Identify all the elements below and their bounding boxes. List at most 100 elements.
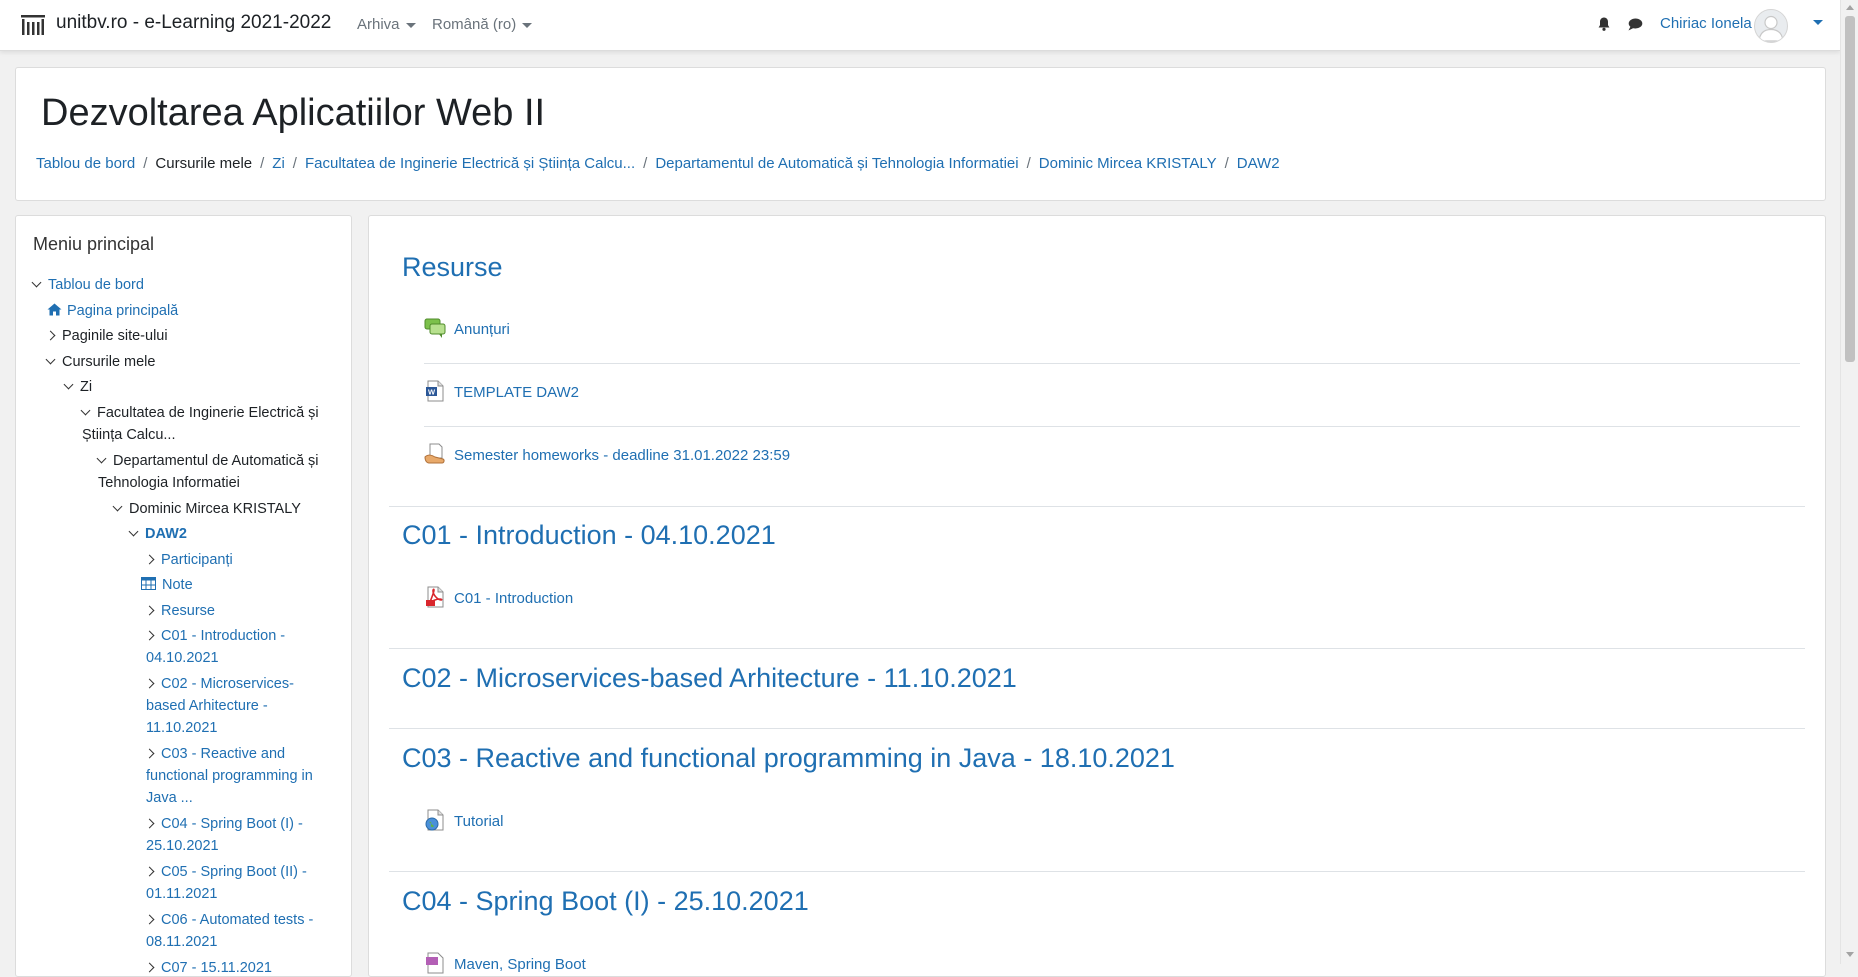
sidebar-item-zi[interactable]: Zi (63, 376, 92, 398)
sidebar-item-course-daw2[interactable]: DAW2 (128, 523, 187, 545)
archive-menu[interactable]: Arhiva (357, 16, 416, 33)
page-title: Dezvoltarea Aplicatiilor Web II (41, 92, 546, 134)
sidebar-item-dashboard[interactable]: Tablou de bord (31, 274, 144, 296)
sidebar-item-c07[interactable]: C07 - 15.11.2021 (144, 957, 272, 976)
sidebar-item-c06[interactable]: C06 - Automated tests - (144, 909, 313, 931)
sidebar-item-label: based Arhitecture - (146, 698, 268, 714)
sidebar-item-resources[interactable]: Resurse (144, 600, 215, 622)
activity-link-maven-spring-boot[interactable]: Maven, Spring Boot (454, 956, 586, 973)
user-avatar[interactable] (1754, 9, 1788, 43)
breadcrumb-separator: / (1224, 155, 1229, 172)
section-divider (389, 728, 1805, 729)
chevron-down-icon (63, 379, 74, 390)
chevron-right-icon (144, 748, 155, 759)
breadcrumb-separator: / (260, 155, 265, 172)
top-navbar: unitbv.ro - e-Learning 2021-2022 Arhiva … (0, 0, 1840, 51)
chevron-down-icon (96, 453, 107, 464)
section-title-c03[interactable]: C03 - Reactive and functional programmin… (402, 743, 1175, 774)
sidebar-item-c04-line2[interactable]: 25.10.2021 (146, 835, 219, 857)
sidebar-item-participants[interactable]: Participanți (144, 549, 233, 571)
sidebar-item-faculty[interactable]: Facultatea de Inginerie Electrică și (80, 402, 319, 424)
activity-link-c01-introduction[interactable]: C01 - Introduction (454, 590, 573, 607)
sidebar-item-teacher[interactable]: Dominic Mircea KRISTALY (112, 498, 301, 520)
file-icon (426, 952, 444, 974)
language-menu[interactable]: Română (ro) (432, 16, 533, 33)
activity-link-homeworks[interactable]: Semester homeworks - deadline 31.01.2022… (454, 447, 790, 464)
course-header: Dezvoltarea Aplicatiilor Web II Tablou d… (15, 67, 1826, 201)
scrollbar-thumb[interactable] (1845, 16, 1855, 362)
sidebar-item-home[interactable]: Pagina principală (47, 300, 178, 322)
chevron-down-icon (405, 22, 416, 28)
chevron-right-icon (45, 330, 56, 341)
sidebar-item-c05[interactable]: C05 - Spring Boot (II) - (144, 861, 307, 883)
sidebar-item-department-line2[interactable]: Tehnologia Informatiei (98, 472, 240, 494)
chevron-down-icon (128, 526, 139, 537)
section-title-resurse[interactable]: Resurse (402, 252, 503, 283)
site-title-link[interactable]: unitbv.ro - e-Learning 2021-2022 (56, 12, 331, 34)
sidebar-item-label: Tehnologia Informatiei (98, 475, 240, 491)
sidebar-item-label: 01.11.2021 (146, 886, 218, 902)
sidebar-item-c01[interactable]: C01 - Introduction - (144, 625, 286, 647)
sidebar-item-c03[interactable]: C03 - Reactive and (144, 743, 285, 765)
section-title-c02[interactable]: C02 - Microservices-based Arhitecture - … (402, 663, 1017, 694)
sidebar-item-c06-line2[interactable]: 08.11.2021 (146, 931, 218, 953)
user-menu-name[interactable]: Chiriac Ionela (1660, 15, 1752, 32)
course-content: Resurse Anunțuri W TEMPLATE DAW2 Semeste… (368, 215, 1826, 977)
sidebar-item-label: 25.10.2021 (146, 838, 219, 854)
sidebar-item-label: Departamentul de Automatică și (113, 453, 319, 469)
pdf-icon (426, 586, 444, 608)
breadcrumb-zi[interactable]: Zi (272, 155, 285, 172)
sidebar-item-label: Participanți (161, 552, 233, 568)
assignment-icon (424, 443, 445, 464)
sidebar-item-label: Java ... (146, 790, 193, 806)
sidebar-item-c05-line2[interactable]: 01.11.2021 (146, 883, 218, 905)
sidebar-item-c02-line2[interactable]: based Arhitecture - (146, 695, 268, 717)
sidebar-item-label: C01 - Introduction - (161, 628, 286, 644)
breadcrumb-course[interactable]: DAW2 (1237, 155, 1280, 172)
breadcrumb-dashboard[interactable]: Tablou de bord (36, 155, 135, 172)
sidebar-item-c01-line2[interactable]: 04.10.2021 (146, 647, 219, 669)
activity-link-announcements[interactable]: Anunțuri (454, 321, 510, 338)
sidebar-item-label: 04.10.2021 (146, 650, 219, 666)
section-title-c01[interactable]: C01 - Introduction - 04.10.2021 (402, 520, 776, 551)
chevron-down-icon (31, 277, 42, 288)
main-menu-block: Meniu principal Tablou de bord Pagina pr… (15, 215, 352, 977)
activity-link-tutorial[interactable]: Tutorial (454, 813, 503, 830)
sidebar-item-c03-line2[interactable]: functional programming in (146, 765, 313, 787)
section-title-c04[interactable]: C04 - Spring Boot (I) - 25.10.2021 (402, 886, 809, 917)
archive-menu-label: Arhiva (357, 16, 400, 33)
section-divider (389, 506, 1805, 507)
chevron-right-icon (144, 866, 155, 877)
sidebar-item-grades[interactable]: Note (141, 574, 193, 596)
sidebar-item-site-pages[interactable]: Paginile site-ului (45, 325, 168, 347)
sidebar-item-my-courses[interactable]: Cursurile mele (45, 351, 155, 373)
sidebar-item-department[interactable]: Departamentul de Automatică și (96, 450, 319, 472)
sidebar-item-c02[interactable]: C02 - Microservices- (144, 673, 294, 695)
breadcrumb-separator: / (292, 155, 297, 172)
sidebar-item-faculty-line2[interactable]: Știința Calcu... (82, 424, 176, 446)
page-scrollbar[interactable] (1840, 0, 1858, 964)
section-divider (389, 871, 1805, 872)
breadcrumb: Tablou de bord / Cursurile mele / Zi / Faculta… (36, 155, 1280, 172)
sidebar-item-label: DAW2 (145, 526, 187, 542)
breadcrumb-faculty[interactable]: Facultatea de Inginerie Electrică și Ști… (305, 155, 635, 172)
breadcrumb-teacher[interactable]: Dominic Mircea KRISTALY (1039, 155, 1217, 172)
chevron-right-icon (144, 818, 155, 829)
sidebar-item-label: Resurse (161, 603, 215, 619)
user-avatar-icon (1758, 15, 1784, 42)
activity-link-template[interactable]: TEMPLATE DAW2 (454, 384, 579, 401)
sidebar-item-c02-line3[interactable]: 11.10.2021 (146, 717, 218, 739)
scroll-down-arrow-icon[interactable] (1846, 952, 1854, 957)
sidebar-item-label: Paginile site-ului (62, 328, 168, 344)
sidebar-item-label: C05 - Spring Boot (II) - (161, 864, 307, 880)
site-logo-icon[interactable] (20, 13, 46, 37)
sidebar-item-c03-line3[interactable]: Java ... (146, 787, 193, 809)
notifications-bell-icon[interactable] (1596, 16, 1612, 32)
breadcrumb-department[interactable]: Departamentul de Automatică și Tehnologi… (655, 155, 1018, 172)
chevron-right-icon (144, 605, 155, 616)
messages-icon[interactable] (1627, 16, 1643, 32)
scroll-up-arrow-icon[interactable] (1846, 5, 1854, 10)
user-menu-caret-icon[interactable] (1813, 20, 1823, 25)
sidebar-item-c04[interactable]: C04 - Spring Boot (I) - (144, 813, 303, 835)
chevron-right-icon (144, 554, 155, 565)
